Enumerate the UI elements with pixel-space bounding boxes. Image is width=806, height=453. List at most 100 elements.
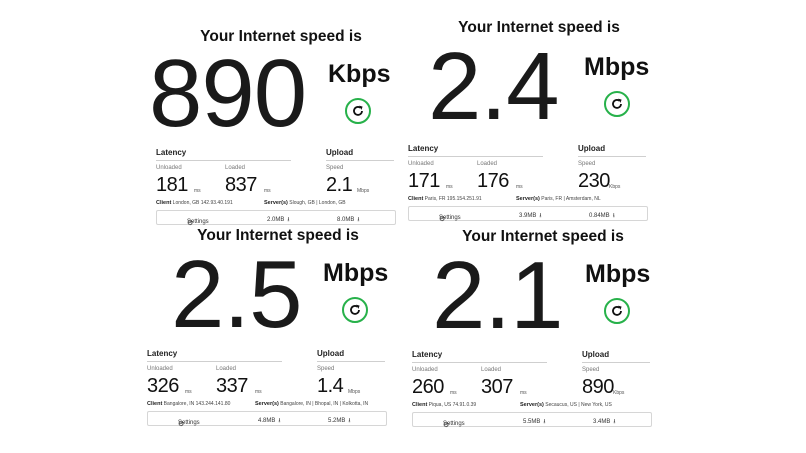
server-value: Slough, GB | London, GB <box>289 200 346 206</box>
unloaded-latency-value: 326 <box>147 375 179 397</box>
upload-data-value: 5.2MB <box>328 418 346 424</box>
download-data-value: 2.0MB <box>267 217 285 223</box>
upload-divider <box>578 156 646 157</box>
server-value: Paris, FR | Amsterdam, NL <box>541 196 601 202</box>
refresh-icon <box>350 304 360 315</box>
upload-speed-label: Speed <box>582 367 600 373</box>
server-value: Bangalore, IN | Bhopal, IN | Kolkotta, I… <box>280 401 369 407</box>
client-label: Client <box>408 196 424 202</box>
client-info-row: Client Paris, FR 195.154.251.91 Server(s… <box>408 196 658 202</box>
download-arrow-icon: ⭳ <box>278 418 281 424</box>
upload-speed-value: 230 <box>578 170 610 192</box>
loaded-latency-unit: ms <box>255 389 262 395</box>
latency-divider <box>147 361 282 362</box>
upload-speed-value: 1.4 <box>317 375 344 397</box>
refresh-button[interactable] <box>342 297 368 323</box>
latency-divider <box>156 160 291 161</box>
upload-arrow-icon: ⭳ <box>613 419 616 425</box>
loaded-latency-value: 176 <box>477 170 509 192</box>
upload-divider <box>317 361 385 362</box>
upload-title: Upload <box>326 148 354 157</box>
refresh-button[interactable] <box>604 91 630 117</box>
latency-title: Latency <box>412 350 443 359</box>
download-arrow-icon: ⭳ <box>287 217 290 223</box>
server-info: Server(s) Slough, GB | London, GB <box>264 200 346 206</box>
unloaded-label: Unloaded <box>408 161 434 167</box>
unloaded-latency-value: 181 <box>156 174 188 196</box>
refresh-icon <box>612 305 622 316</box>
loaded-label: Loaded <box>225 165 246 171</box>
settings-bar: ⚙ Settings 3.9MB ⭳ 0.84MB ⭳ <box>408 206 648 223</box>
client-value: London, GB 142.93.40.191 <box>172 200 233 206</box>
unloaded-label: Unloaded <box>412 367 438 373</box>
speed-unit: Mbps <box>585 260 651 288</box>
refresh-button[interactable] <box>345 98 371 124</box>
client-value: Piqua, US 74.91.0.39 <box>428 402 477 408</box>
server-info: Server(s) Paris, FR | Amsterdam, NL <box>516 196 601 202</box>
latency-title: Latency <box>156 148 187 157</box>
server-label: Server(s) <box>520 402 544 408</box>
download-data-value: 3.9MB <box>519 213 537 219</box>
download-arrow-icon: ⭳ <box>539 213 542 219</box>
download-data-amount: 3.9MB ⭳ <box>519 211 541 221</box>
client-info-row: Client London, GB 142.93.40.191 Server(s… <box>156 200 406 206</box>
upload-speed-unit: Kbps <box>609 184 621 190</box>
upload-data-amount: 5.2MB ⭳ <box>328 416 350 426</box>
settings-label: Settings <box>443 421 465 427</box>
speed-result-panel-4: Your Internet speed is 2.1 Mbps Latency … <box>408 228 678 438</box>
loaded-latency-unit: ms <box>264 188 271 194</box>
upload-divider <box>582 362 650 363</box>
loaded-latency-unit: ms <box>520 390 527 396</box>
unloaded-label: Unloaded <box>147 366 173 372</box>
upload-divider <box>326 160 394 161</box>
server-info: Server(s) Secaucus, US | New York, US <box>520 402 612 408</box>
upload-speed-unit: Kbps <box>613 390 625 396</box>
speed-result-panel-2: Your Internet speed is 2.4 Mbps Latency … <box>404 19 674 229</box>
upload-data-value: 8.0MB <box>337 217 355 223</box>
loaded-latency-value: 337 <box>216 375 248 397</box>
speed-value: 2.4 <box>428 33 559 140</box>
speed-unit: Mbps <box>323 259 389 287</box>
settings-bar: ⚙ Settings 4.8MB ⭳ 5.2MB ⭳ <box>147 411 387 428</box>
settings-bar: ⚙ Settings 2.0MB ⭳ 8.0MB ⭳ <box>156 210 396 227</box>
speed-unit: Kbps <box>328 60 391 88</box>
speed-result-panel-3: Your Internet speed is 2.5 Mbps Latency … <box>143 227 413 437</box>
unloaded-latency-unit: ms <box>185 389 192 395</box>
upload-speed-unit: Mbps <box>357 188 370 194</box>
upload-speed-unit: Mbps <box>348 389 361 395</box>
client-info-row: Client Piqua, US 74.91.0.39 Server(s) Se… <box>412 402 662 408</box>
upload-title: Upload <box>582 350 610 359</box>
upload-data-value: 0.84MB <box>589 213 610 219</box>
loaded-latency-unit: ms <box>516 184 523 190</box>
unloaded-latency-unit: ms <box>194 188 201 194</box>
upload-title: Upload <box>578 144 606 153</box>
loaded-latency-value: 307 <box>481 376 513 398</box>
server-value: Secaucus, US | New York, US <box>545 402 612 408</box>
refresh-icon <box>612 98 622 109</box>
loaded-label: Loaded <box>481 367 502 373</box>
settings-label: Settings <box>439 215 461 221</box>
upload-speed-label: Speed <box>578 161 596 167</box>
server-label: Server(s) <box>264 200 288 206</box>
download-data-value: 5.5MB <box>523 419 541 425</box>
latency-title: Latency <box>147 349 178 358</box>
upload-arrow-icon: ⭳ <box>612 213 615 219</box>
client-value: Paris, FR 195.154.251.91 <box>424 196 482 202</box>
speed-result-panel-1: Your Internet speed is 890 Kbps Latency … <box>146 28 416 238</box>
server-info: Server(s) Bangalore, IN | Bhopal, IN | K… <box>255 401 368 407</box>
download-data-amount: 4.8MB ⭳ <box>258 416 280 426</box>
unloaded-latency-value: 171 <box>408 170 440 192</box>
unloaded-latency-unit: ms <box>450 390 457 396</box>
speed-value: 890 <box>149 40 307 147</box>
client-label: Client <box>412 402 428 408</box>
upload-data-amount: 0.84MB ⭳ <box>589 211 615 221</box>
speed-value: 2.5 <box>171 241 302 348</box>
loaded-label: Loaded <box>477 161 498 167</box>
latency-divider <box>408 156 543 157</box>
upload-speed-value: 2.1 <box>326 174 353 196</box>
refresh-icon <box>353 105 363 116</box>
latency-title: Latency <box>408 144 439 153</box>
upload-speed-label: Speed <box>326 165 344 171</box>
refresh-button[interactable] <box>604 298 630 324</box>
settings-bar: ⚙ Settings 5.5MB ⭳ 3.4MB ⭳ <box>412 412 652 429</box>
